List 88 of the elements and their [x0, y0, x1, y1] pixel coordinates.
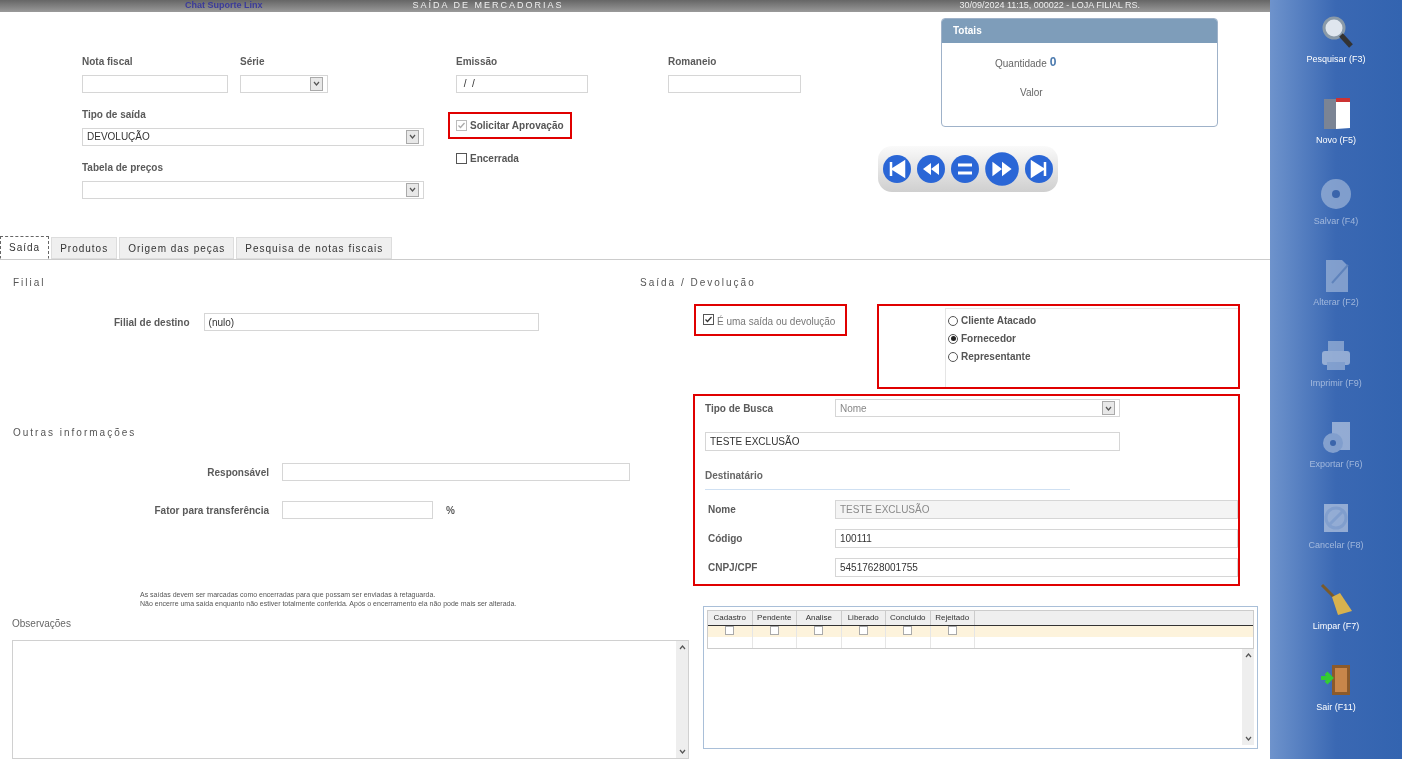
grid-checkbox[interactable]	[903, 626, 913, 635]
dropdown-button[interactable]	[406, 129, 419, 144]
grid-checkbox[interactable]	[947, 626, 957, 635]
chevron-up-icon[interactable]	[678, 645, 686, 650]
search-field[interactable]: TESTE EXCLUSÃO	[705, 432, 1120, 451]
toolbar-button[interactable]: Novo (F5)	[1316, 95, 1356, 176]
tab[interactable]: Pesquisa de notas fiscais	[236, 237, 393, 259]
scrollbar[interactable]	[1242, 649, 1254, 745]
field-label: Observações	[12, 617, 72, 631]
column-header: Rejeitado	[930, 611, 975, 625]
field-label: CNPJ/CPF	[708, 561, 759, 575]
responsavel-field[interactable]	[282, 463, 630, 481]
chevron-down-icon[interactable]	[678, 749, 686, 754]
checkbox-option[interactable]: Encerrada	[448, 144, 527, 172]
recipient-field[interactable]: 54517628001755	[835, 558, 1238, 577]
radio-option[interactable]: Fornecedor	[948, 331, 1238, 346]
field-label: Responsável	[206, 465, 269, 480]
scrollbar[interactable]	[676, 641, 688, 758]
emissao-field[interactable]: / /	[456, 74, 588, 93]
checkbox[interactable]	[703, 314, 714, 325]
romaneio-field[interactable]	[668, 74, 801, 93]
dropdown-button[interactable]	[310, 76, 323, 91]
chevron-down-icon[interactable]	[1105, 405, 1112, 411]
column-header: Concluido	[886, 611, 931, 625]
toolbar-button[interactable]: Pesquisar (F3)	[1306, 14, 1366, 95]
radio-label: Cliente Atacado	[961, 314, 1037, 328]
toolbar-button[interactable]: Limpar (F7)	[1312, 581, 1360, 662]
chevron-up-icon[interactable]	[1244, 653, 1252, 658]
session-info: 30/09/2024 11:15, 000022 - LOJA FILIAL RS.	[959, 1, 1140, 11]
grid-checkbox[interactable]	[858, 626, 868, 635]
field-label: Nota fiscal	[82, 54, 134, 69]
dropdown-button[interactable]	[1102, 401, 1115, 415]
field-label: Tabela de preços	[82, 160, 164, 175]
skip-icon[interactable]	[882, 153, 912, 184]
checkbox-label: Solicitar Aprovação	[470, 118, 564, 133]
broom-icon	[1318, 581, 1354, 617]
field-label: Tipo de Busca	[705, 401, 775, 416]
field-label: Emissão	[456, 54, 499, 69]
value-label: Valor	[1020, 85, 1044, 100]
disc-icon	[1318, 176, 1354, 212]
tab[interactable]: Saída	[0, 236, 50, 259]
chevron-down-icon[interactable]	[409, 187, 416, 193]
group-heading: Destinatário	[705, 468, 1070, 490]
recipient-field[interactable]: 100111	[835, 529, 1238, 548]
dropdown-button[interactable]	[406, 182, 419, 197]
tab[interactable]: Produtos	[51, 237, 118, 259]
window-title: SAÍDA DE MERCADORIAS	[412, 1, 564, 11]
quantity-value: 0	[1049, 53, 1057, 71]
toolbar-button[interactable]: Sair (F11)	[1316, 662, 1356, 743]
section-heading: Filial	[13, 276, 47, 290]
tipo-busca-select[interactable]: Nome	[835, 399, 1120, 417]
grid-checkbox[interactable]	[725, 626, 735, 635]
chevron-down-icon[interactable]	[409, 134, 416, 140]
radio-option[interactable]: Cliente Atacado	[948, 313, 1238, 328]
section-heading: Saída / Devolução	[640, 276, 757, 290]
column-header: Pendente	[752, 611, 797, 625]
field-label: Nome	[708, 503, 737, 517]
radio-option[interactable]: Representante	[948, 349, 1238, 364]
field-label: Série	[240, 54, 266, 69]
column-header: Cadastro	[708, 611, 753, 625]
radio-label: Representante	[961, 350, 1031, 364]
field-label: Código	[708, 532, 744, 546]
radio-label: Fornecedor	[961, 332, 1016, 346]
chevron-down-icon[interactable]	[1244, 736, 1252, 741]
checkbox-label: É uma saída ou devolução	[717, 314, 836, 329]
section-heading: Outras informações	[13, 426, 138, 440]
grid-checkbox[interactable]	[814, 626, 824, 635]
column-header: Analise	[797, 611, 842, 625]
field-label: Tipo de saída	[82, 107, 147, 122]
checkbox-option[interactable]: É uma saída ou devolução	[694, 304, 847, 336]
field-label: Fator para transferência	[153, 503, 269, 518]
equals-icon[interactable]	[950, 153, 980, 184]
tab[interactable]: Origem das peças	[119, 237, 235, 259]
quantity-label: Quantidade	[995, 56, 1047, 71]
checkbox[interactable]	[456, 152, 467, 164]
panel-title: Totais	[942, 18, 1217, 43]
tipo-saida-select[interactable]: DEVOLUÇÃO	[82, 127, 424, 146]
field-label: Romaneio	[668, 54, 718, 69]
grid-checkbox[interactable]	[769, 626, 779, 635]
checkbox-label: Encerrada	[470, 151, 519, 166]
chevron-down-icon[interactable]	[313, 81, 320, 87]
skip-icon[interactable]	[1024, 153, 1054, 184]
field-label: %	[446, 503, 455, 518]
filial-destino-field[interactable]: (nulo)	[203, 313, 539, 331]
fator-field[interactable]	[282, 501, 433, 519]
nota-fiscal-field[interactable]	[82, 74, 228, 93]
column-header: Liberado	[841, 611, 886, 625]
field-label: Filial de destino	[114, 315, 190, 330]
